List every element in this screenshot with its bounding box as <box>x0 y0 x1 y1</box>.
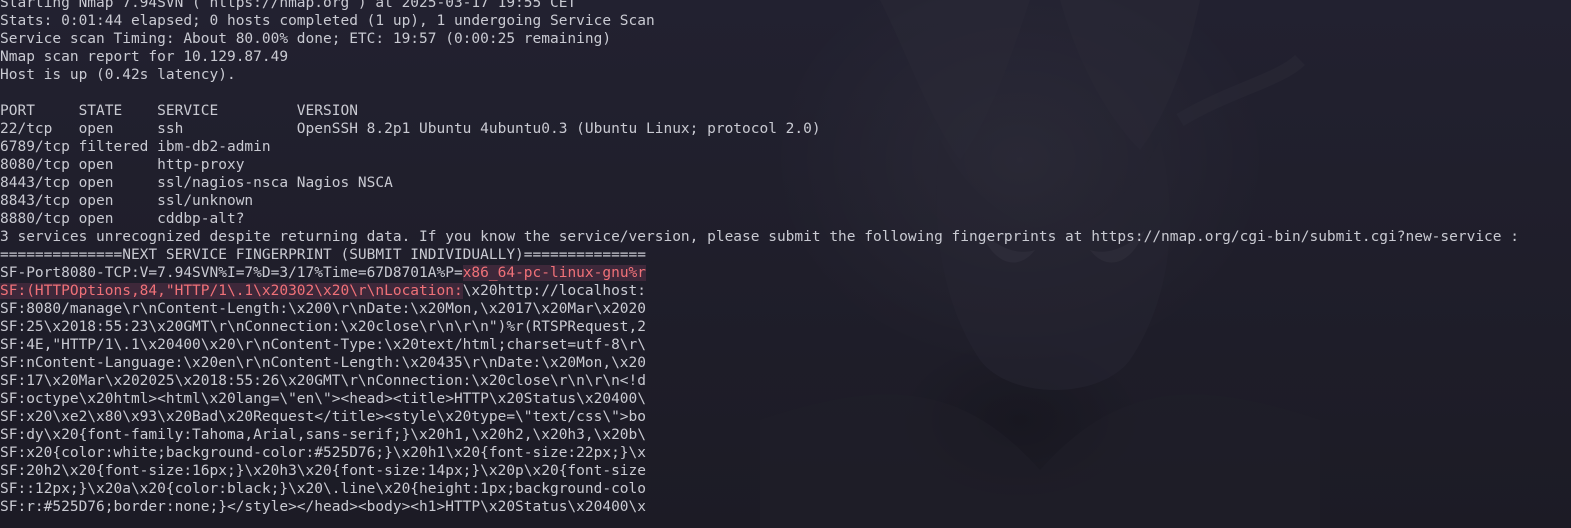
output-line: SF:nContent-Language:\x20en\r\nContent-L… <box>0 355 647 371</box>
output-line: Service scan Timing: About 80.00% done; … <box>0 31 612 47</box>
output-line: 8443/tcp open ssl/nagios-nsca Nagios NSC… <box>0 175 393 191</box>
output-line: SF:x20{color:white;background-color:#525… <box>0 445 647 461</box>
terminal-output: Starting Nmap 7.94SVN ( https://nmap.org… <box>0 0 1519 516</box>
output-line: 6789/tcp filtered ibm-db2-admin <box>0 139 271 155</box>
output-line: Host is up (0.42s latency). <box>0 67 236 83</box>
output-line: SF:25\x2018:55:23\x20GMT\r\nConnection:\… <box>0 319 647 335</box>
output-line: SF:octype\x20html><html\x20lang=\"en\"><… <box>0 391 647 407</box>
output-line: SF::12px;}\x20a\x20{color:black;}\x20\.l… <box>0 481 647 497</box>
output-line: 22/tcp open ssh OpenSSH 8.2p1 Ubuntu 4ub… <box>0 121 821 137</box>
output-line: SF:(HTTPOptions,84,"HTTP/1\.1\x20302\x20… <box>0 282 1519 300</box>
output-line: Starting Nmap 7.94SVN ( https://nmap.org… <box>0 0 577 11</box>
output-line: SF:r:#525D76;border:none;}</style></head… <box>0 499 647 515</box>
output-line-text: SF-Port8080-TCP:V=7.94SVN%I=7%D=3/17%Tim… <box>0 265 463 281</box>
output-line: SF:20h2\x20{font-size:16px;}\x20h3\x20{f… <box>0 463 647 479</box>
output-line: SF:x20\xe2\x80\x93\x20Bad\x20Request</ti… <box>0 409 647 425</box>
highlighted-selection: x86_64-pc-linux-gnu%r <box>462 265 647 281</box>
output-line: Stats: 0:01:44 elapsed; 0 hosts complete… <box>0 13 655 29</box>
terminal-window[interactable]: Starting Nmap 7.94SVN ( https://nmap.org… <box>0 0 1571 528</box>
output-line: 3 services unrecognized despite returnin… <box>0 229 1519 245</box>
output-line: 8843/tcp open ssl/unknown <box>0 193 254 209</box>
output-line: ==============NEXT SERVICE FINGERPRINT (… <box>0 247 647 263</box>
output-line: SF:4E,"HTTP/1\.1\x20400\x20\r\nContent-T… <box>0 337 647 353</box>
output-line: SF:dy\x20{font-family:Tahoma,Arial,sans-… <box>0 427 647 443</box>
output-line: SF:8080/manage\r\nContent-Length:\x200\r… <box>0 301 647 317</box>
output-line: 8880/tcp open cddbp-alt? <box>0 211 245 227</box>
highlighted-selection: SF:(HTTPOptions,84,"HTTP/1\.1\x20302\x20… <box>0 283 463 299</box>
output-line: 8080/tcp open http-proxy <box>0 157 245 173</box>
output-line: Nmap scan report for 10.129.87.49 <box>0 49 289 65</box>
output-line: PORT STATE SERVICE VERSION <box>0 103 358 119</box>
output-line: SF:17\x20Mar\x202025\x2018:55:26\x20GMT\… <box>0 373 647 389</box>
output-line: SF-Port8080-TCP:V=7.94SVN%I=7%D=3/17%Tim… <box>0 264 1519 282</box>
output-line-text: \x20http://localhost: <box>462 283 647 299</box>
